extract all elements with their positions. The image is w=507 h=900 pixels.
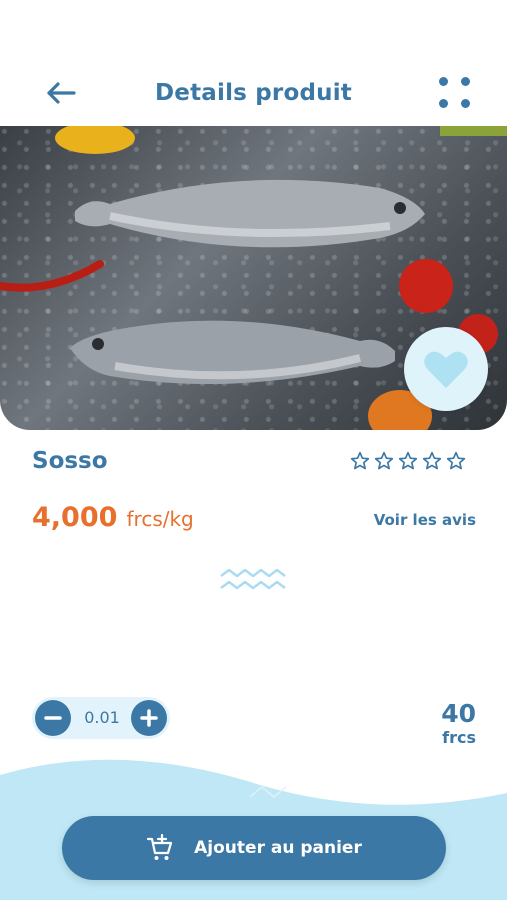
total: 40 frcs xyxy=(441,700,476,747)
star-icon[interactable] xyxy=(446,451,466,471)
minus-icon xyxy=(44,716,62,720)
page-title: Details produit xyxy=(155,80,352,106)
cart-plus-icon xyxy=(147,834,173,860)
rating-stars[interactable] xyxy=(350,451,466,475)
plus-icon xyxy=(140,709,158,727)
add-to-cart-label: Ajouter au panier xyxy=(194,838,362,858)
total-value: 40 xyxy=(441,699,476,728)
star-icon[interactable] xyxy=(374,451,394,471)
add-to-cart-button[interactable]: Ajouter au panier xyxy=(62,816,446,880)
quantity-value[interactable]: 0.01 xyxy=(74,708,130,727)
total-unit: frcs xyxy=(442,727,476,747)
quantity-stepper: 0.01 xyxy=(32,697,170,739)
star-icon[interactable] xyxy=(350,451,370,471)
grid-menu-button[interactable] xyxy=(436,74,474,112)
star-icon[interactable] xyxy=(398,451,418,471)
favorite-button[interactable] xyxy=(404,327,488,411)
price: 4,000 frcs/kg xyxy=(32,502,194,533)
star-icon[interactable] xyxy=(422,451,442,471)
wave-icon xyxy=(220,568,286,590)
decrease-button[interactable] xyxy=(35,700,71,736)
grid-dots-icon xyxy=(439,77,448,86)
reviews-link[interactable]: Voir les avis xyxy=(374,511,476,529)
increase-button[interactable] xyxy=(131,700,167,736)
price-unit: frcs/kg xyxy=(126,507,194,531)
price-value: 4,000 xyxy=(32,502,118,533)
product-name: Sosso xyxy=(32,448,108,474)
header: Details produit xyxy=(0,0,507,125)
heart-icon xyxy=(424,351,468,388)
